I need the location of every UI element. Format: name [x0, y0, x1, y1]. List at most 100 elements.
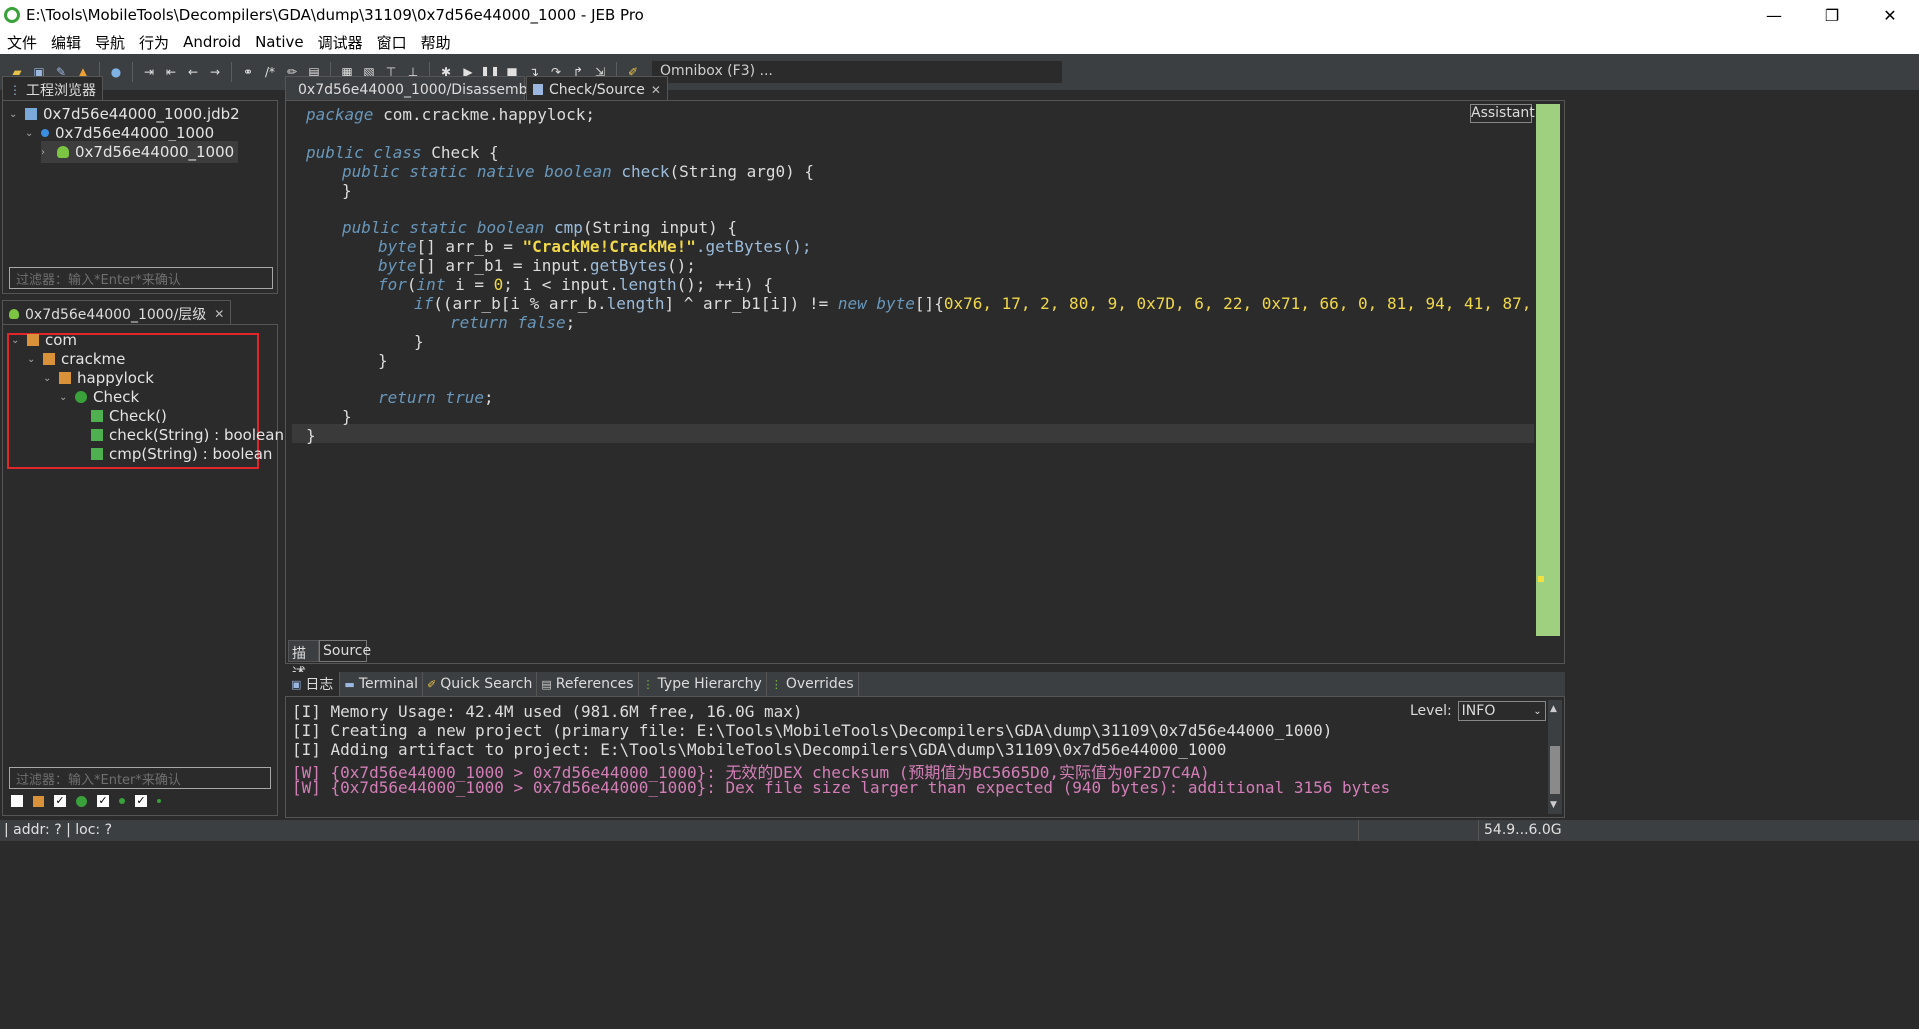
tab-type-hierarchy[interactable]: ⋮ Type Hierarchy: [639, 672, 767, 696]
tab-source[interactable]: Check/Source ✕: [526, 76, 668, 102]
close-icon[interactable]: ✕: [651, 83, 661, 97]
chevron-down-icon[interactable]: ⌄: [25, 128, 37, 139]
class-icon: [75, 391, 87, 403]
close-icon[interactable]: ✕: [214, 307, 224, 321]
close-button[interactable]: ✕: [1861, 0, 1919, 30]
console-tabbar: ▣ 日志 ▬ Terminal ✐ Quick Search ▤ References …: [285, 672, 1565, 696]
log-output[interactable]: [I] Memory Usage: 42.4M used (981.6M fre…: [292, 700, 1548, 816]
type-hierarchy-icon: ⋮: [642, 677, 654, 691]
tab-overrides[interactable]: ⋮ Overrides: [767, 672, 859, 696]
status-bar: | addr: ? | loc: ? 54.9...6.0G: [0, 820, 1919, 841]
source-code-view[interactable]: package com.crackme.happylock; public cl…: [292, 104, 1534, 636]
checkbox-empty[interactable]: [11, 795, 23, 807]
tab-terminal[interactable]: ▬ Terminal: [340, 672, 423, 696]
assistant-button[interactable]: Assistant: [1470, 104, 1535, 123]
menu-action[interactable]: 行为: [132, 32, 176, 53]
export-icon[interactable]: ⇤: [162, 63, 180, 81]
menu-help[interactable]: 帮助: [414, 32, 458, 53]
minimize-button[interactable]: —: [1745, 0, 1803, 30]
globe-icon[interactable]: ●: [107, 63, 125, 81]
log-line: [I] Creating a new project (primary file…: [292, 721, 1333, 740]
menu-file[interactable]: 文件: [0, 32, 44, 53]
code-line-5: }: [342, 181, 352, 200]
tree-item-cmp-method[interactable]: cmp(String) : boolean: [91, 443, 272, 465]
project-filter-input[interactable]: 过滤器：输入*Enter*来确认: [9, 267, 273, 289]
log-line: [I] Adding artifact to project: E:\Tools…: [292, 740, 1227, 759]
scroll-thumb[interactable]: [1550, 746, 1560, 794]
menu-bar: 文件 编辑 导航 行为 Android Native 调试器 窗口 帮助: [0, 30, 1919, 54]
chevron-down-icon[interactable]: ⌄: [59, 392, 71, 403]
tab-description[interactable]: 描述: [288, 640, 319, 682]
method-icon: [91, 410, 103, 422]
chevron-down-icon[interactable]: ⌄: [11, 335, 23, 346]
back-arrow-icon[interactable]: ←: [184, 63, 202, 81]
terminal-icon: ▬: [344, 677, 355, 691]
scroll-down-icon[interactable]: ▼: [1550, 800, 1557, 810]
method-icon: [91, 429, 103, 441]
status-divider: [1358, 820, 1359, 841]
link-icon[interactable]: ⚭: [239, 63, 257, 81]
tab-references[interactable]: ▤ References: [537, 672, 639, 696]
code-line-3: public class Check {: [306, 143, 499, 162]
code-line-8: byte[] arr_b = "CrackMe!CrackMe!".getByt…: [378, 237, 812, 256]
status-memory[interactable]: 54.9...6.0G: [1484, 822, 1562, 838]
log-line-warning: [W] {0x7d56e44000_1000 > 0x7d56e44000_10…: [292, 778, 1391, 797]
comment-icon[interactable]: /*: [261, 63, 279, 81]
status-divider: [1478, 820, 1479, 841]
tab-quick-search[interactable]: ✐ Quick Search: [423, 672, 538, 696]
chevron-down-icon[interactable]: ⌄: [9, 109, 21, 120]
log-level-label: Level:: [1410, 703, 1452, 719]
ruler-marker[interactable]: [1538, 576, 1544, 582]
hierarchy-filter-input[interactable]: 过滤器：输入*Enter*来确认: [9, 767, 271, 789]
package-filter-icon: [33, 795, 44, 807]
log-scrollbar[interactable]: ▲ ▼: [1548, 700, 1562, 814]
chevron-down-icon[interactable]: ⌄: [27, 354, 39, 365]
jeb-app-icon: [4, 7, 20, 23]
checkbox-checked[interactable]: ✓: [135, 795, 147, 807]
import-icon[interactable]: ⇥: [140, 63, 158, 81]
menu-window[interactable]: 窗口: [370, 32, 414, 53]
tab-project-explorer-label: 工程浏览器: [26, 82, 96, 99]
chevron-right-icon[interactable]: ›: [41, 147, 53, 158]
window-title: E:\Tools\MobileTools\Decompilers\GDA\dum…: [26, 6, 644, 24]
log-line-warning: [W] {0x7d56e44000_1000 > 0x7d56e44000_10…: [292, 763, 1210, 782]
artifact-icon: [41, 129, 49, 137]
tab-project-explorer[interactable]: ⋮ 工程浏览器: [2, 76, 103, 102]
method-icon: [91, 448, 103, 460]
overview-ruler[interactable]: [1536, 104, 1560, 636]
menu-android[interactable]: Android: [176, 33, 248, 51]
tab-hierarchy[interactable]: 0x7d56e44000_1000/层级 ✕: [2, 300, 232, 326]
project-icon: [25, 108, 37, 120]
tab-disassembly[interactable]: 0x7d56e44000_1000/Disassembly: [285, 76, 540, 102]
menu-navigate[interactable]: 导航: [88, 32, 132, 53]
code-line-18: }: [306, 426, 316, 445]
scroll-up-icon[interactable]: ▲: [1550, 704, 1557, 714]
toolbar-separator: [132, 62, 133, 82]
menu-debugger[interactable]: 调试器: [311, 32, 370, 53]
project-explorer-panel: ⌄ 0x7d56e44000_1000.jdb2 ⌄ 0x7d56e44000_…: [2, 100, 278, 294]
code-line-11: if((arr_b[i % arr_b.length] ^ arr_b1[i])…: [414, 294, 1532, 313]
restore-button[interactable]: ❐: [1803, 0, 1861, 30]
method-filter-icon: [119, 798, 125, 804]
tab-log[interactable]: ▣ 日志: [285, 672, 341, 696]
log-level-select[interactable]: INFO ⌄: [1457, 701, 1546, 721]
toolbar-separator: [231, 62, 232, 82]
search-brush-icon: ✐: [426, 677, 437, 691]
class-filter-icon: [76, 795, 87, 807]
checkbox-checked[interactable]: ✓: [97, 795, 109, 807]
forward-arrow-icon[interactable]: →: [206, 63, 224, 81]
menu-edit[interactable]: 编辑: [44, 32, 88, 53]
field-filter-icon: [157, 799, 161, 803]
log-level-control: Level: INFO ⌄: [1404, 700, 1548, 722]
code-line-13: }: [414, 332, 424, 351]
checkbox-checked[interactable]: ✓: [54, 795, 66, 807]
code-line-14: }: [378, 351, 388, 370]
hierarchy-panel: ⌄ com ⌄ crackme ⌄ happylock ⌄ Check Chec…: [2, 324, 284, 816]
tab-source-view[interactable]: Source: [319, 640, 371, 662]
log-line: [I] Memory Usage: 42.4M used (981.6M fre…: [292, 702, 803, 721]
package-icon: [43, 353, 55, 365]
omnibox[interactable]: Omnibox (F3) ...: [652, 61, 1062, 83]
tree-item-dex[interactable]: › 0x7d56e44000_1000: [41, 141, 239, 163]
menu-native[interactable]: Native: [248, 33, 311, 51]
chevron-down-icon[interactable]: ⌄: [43, 373, 55, 384]
